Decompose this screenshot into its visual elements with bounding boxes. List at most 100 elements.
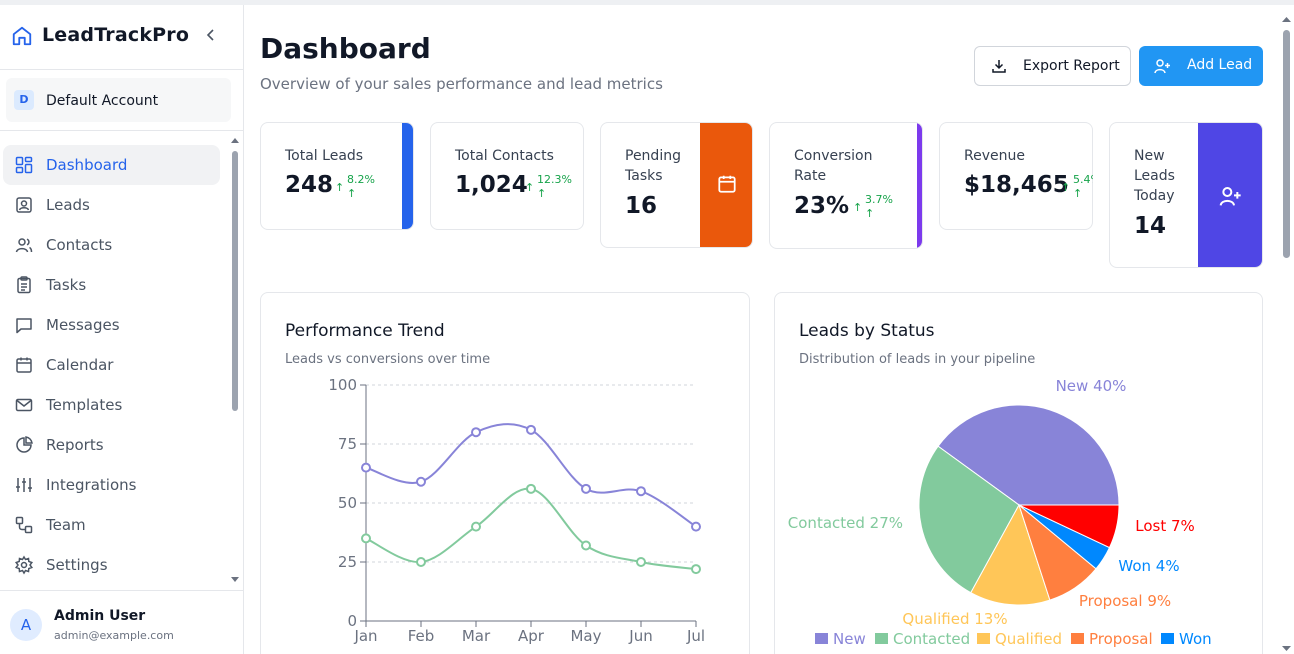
mail-icon xyxy=(15,398,33,412)
data-point[interactable] xyxy=(526,483,536,494)
legend-label: Qualified xyxy=(995,630,1062,648)
stat-value: 1,024 xyxy=(455,172,528,198)
data-point[interactable] xyxy=(471,427,481,438)
collapse-sidebar-icon[interactable] xyxy=(203,27,219,43)
user-profile[interactable]: A Admin User admin@example.com xyxy=(0,590,243,654)
leads-status-pie-chart: New 40% Contacted 27% Qualified 13% Proposa… xyxy=(788,377,1212,648)
data-point[interactable] xyxy=(691,564,701,575)
calendar-icon xyxy=(718,175,736,193)
sidebar-item-label: Dashboard xyxy=(46,156,128,174)
stat-label: Total Leads xyxy=(285,148,364,164)
arrow-up-icon: ↑ xyxy=(1073,187,1083,200)
gear-icon xyxy=(14,555,34,575)
slice-label: Contacted 27% xyxy=(788,514,903,532)
stat-card-revenue: Revenue $18,465 xyxy=(939,122,1093,230)
data-point[interactable] xyxy=(636,486,646,497)
scroll-up-icon[interactable] xyxy=(231,137,239,143)
sidebar-item-messages[interactable]: Messages xyxy=(3,305,220,345)
stat-card-conversion-rate: Conversion Rate 23% xyxy=(769,122,923,249)
data-point[interactable] xyxy=(471,521,481,532)
account-switcher[interactable]: D Default Account xyxy=(6,78,231,122)
sidebar-item-integrations[interactable]: Integrations xyxy=(3,465,220,505)
data-point[interactable] xyxy=(581,483,591,494)
sidebar-divider xyxy=(0,130,243,131)
legend-label: Won xyxy=(1179,630,1212,648)
sidebar-item-reports[interactable]: Reports xyxy=(3,425,220,465)
sidebar-item-label: Contacts xyxy=(46,236,113,254)
scroll-down-icon[interactable] xyxy=(231,577,239,583)
scroll-up-icon[interactable] xyxy=(1282,16,1291,22)
sidebar-item-label: Settings xyxy=(46,556,108,574)
x-tick-label: May xyxy=(570,627,601,645)
trend-value: 8.2% xyxy=(347,173,375,186)
export-report-button[interactable]: Export Report xyxy=(974,46,1131,86)
legend-label: New xyxy=(833,630,866,648)
stat-label: Revenue xyxy=(964,148,1025,164)
stat-value: 23% xyxy=(794,193,850,219)
sidebar-item-calendar[interactable]: Calendar xyxy=(3,345,220,385)
data-point[interactable] xyxy=(581,540,591,551)
scroll-down-icon[interactable] xyxy=(1282,646,1291,652)
slice-label: Won 4% xyxy=(1118,557,1179,575)
page-title: Dashboard xyxy=(260,32,431,65)
pie-icon xyxy=(16,436,33,453)
page-subtitle: Overview of your sales performance and l… xyxy=(260,75,663,93)
performance-line-chart: 0255075100JanFebMarAprMayJunJulleadsconv… xyxy=(328,376,705,654)
page-scroll-thumb[interactable] xyxy=(1283,30,1290,258)
y-tick-label: 50 xyxy=(338,494,357,512)
stat-label: Conversion Rate xyxy=(794,148,873,184)
page-scrollbar[interactable] xyxy=(1279,10,1294,654)
download-icon xyxy=(992,60,1006,73)
avatar: A xyxy=(10,609,42,641)
sidebar-item-label: Templates xyxy=(46,396,123,414)
trend-value: 3.7% xyxy=(865,193,893,206)
sidebar-item-team[interactable]: Team xyxy=(3,505,220,545)
calendar-icon xyxy=(16,357,32,373)
sidebar-item-dashboard[interactable]: Dashboard xyxy=(3,145,220,185)
slice-label: Proposal 9% xyxy=(1079,592,1171,610)
user-plus-icon xyxy=(1219,187,1241,206)
trend-badge: 8.2% ↑ xyxy=(347,173,375,201)
sidebar-item-tasks[interactable]: Tasks xyxy=(3,265,220,305)
sidebar-scroll-thumb[interactable] xyxy=(232,151,238,411)
y-tick-label: 100 xyxy=(328,376,357,394)
sidebar-nav: Dashboard Leads Contacts Tasks Messages … xyxy=(0,145,230,585)
legend-swatch xyxy=(815,633,828,644)
add-lead-button[interactable]: Add Lead xyxy=(1139,46,1263,86)
sidebar: LeadTrackPro D Default Account Dashboard… xyxy=(0,5,244,654)
trend-value: 12.3% xyxy=(537,173,572,186)
sidebar-item-templates[interactable]: Templates xyxy=(3,385,220,425)
trend-badge: 3.7% ↑ xyxy=(865,193,893,221)
x-tick-label: Jun xyxy=(628,627,652,645)
x-tick-label: Feb xyxy=(408,627,435,645)
sidebar-item-settings[interactable]: Settings xyxy=(3,545,220,585)
data-point[interactable] xyxy=(636,557,646,567)
contact-card-icon xyxy=(16,197,32,213)
arrow-up-icon: ↑ xyxy=(1061,181,1071,194)
arrow-up-icon: ↑ xyxy=(347,187,357,200)
data-point[interactable] xyxy=(526,424,536,435)
stat-value: $18,465 xyxy=(964,172,1069,198)
data-point[interactable] xyxy=(361,533,371,544)
sidebar-item-contacts[interactable]: Contacts xyxy=(3,225,220,265)
sidebar-item-label: Calendar xyxy=(46,356,114,374)
sidebar-scrollbar[interactable] xyxy=(230,135,240,587)
data-point[interactable] xyxy=(361,462,371,473)
stat-card-new-leads-today: New Leads Today 14 xyxy=(1109,122,1263,268)
legend-label: Proposal xyxy=(1089,630,1153,648)
team-icon xyxy=(15,516,33,534)
arrow-up-icon: ↑ xyxy=(335,181,345,194)
legend-swatch xyxy=(875,633,888,644)
data-point[interactable] xyxy=(691,521,701,532)
user-plus-icon xyxy=(1154,59,1170,74)
sidebar-item-leads[interactable]: Leads xyxy=(3,185,220,225)
data-point[interactable] xyxy=(416,476,426,487)
app-name: LeadTrackPro xyxy=(42,24,190,46)
arrow-up-icon: ↑ xyxy=(865,207,875,220)
legend-swatch xyxy=(977,633,990,644)
sidebar-item-label: Tasks xyxy=(46,276,87,294)
trend-badge: 12.3% ↑ xyxy=(537,173,572,201)
data-point[interactable] xyxy=(416,557,426,567)
users-icon xyxy=(15,238,33,253)
stat-value: 14 xyxy=(1134,213,1167,239)
